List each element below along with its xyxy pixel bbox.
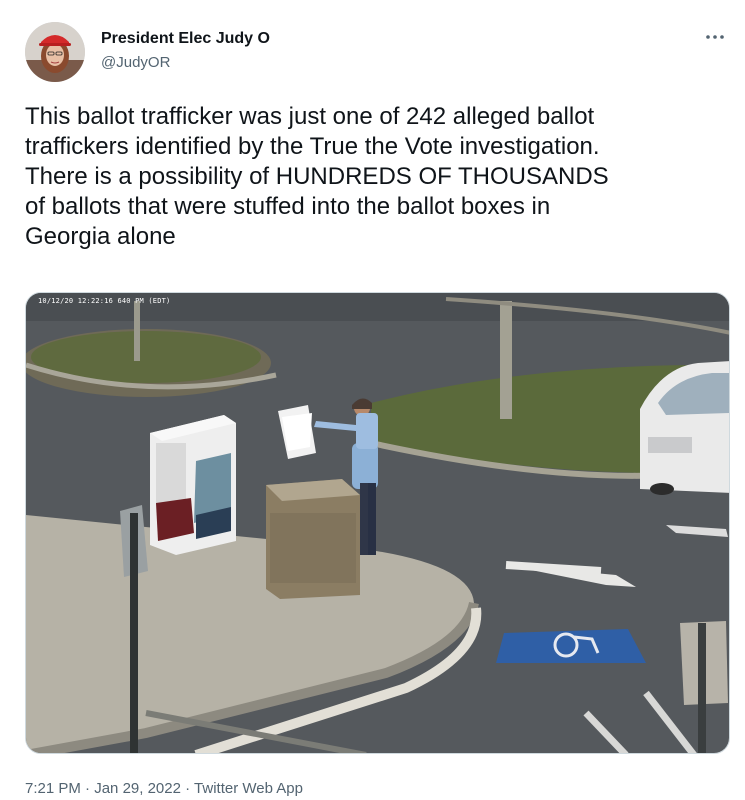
tweet-meta: 7:21 PM · Jan 29, 2022 · Twitter Web App [25,780,303,797]
cctv-timestamp: 10/12/20 12:22:16 640 PM (EDT) [38,297,171,305]
tweet-text-line: of ballots that were stuffed into the ba… [25,193,551,220]
tweet-time[interactable]: 7:21 PM [25,780,81,797]
tweet-text-line: This ballot trafficker was just one of 2… [25,103,595,130]
surveillance-photo [26,293,729,753]
author-handle[interactable]: @JudyOR [101,54,170,71]
tweet-source[interactable]: Twitter Web App [194,780,303,797]
meta-separator: · [80,780,95,797]
tweet-date[interactable]: Jan 29, 2022 [94,780,181,797]
tweet-text-line: traffickers identified by the True the V… [25,133,600,160]
tweet-text-line: Georgia alone [25,223,176,250]
author-name[interactable]: President Elec Judy O [101,30,270,48]
tweet-text-line: There is a possibility of HUNDREDS OF TH… [25,163,609,190]
avatar[interactable] [25,22,85,82]
avatar-image [25,22,85,82]
tweet-text: This ballot trafficker was just one of 2… [25,102,725,252]
meta-separator: · [180,780,195,797]
tweet-media-image[interactable]: 10/12/20 12:22:16 640 PM (EDT) [25,292,730,754]
tweet: President Elec Judy O @JudyOR This ballo… [0,0,745,800]
more-horizontal-icon [706,35,724,39]
more-options-button[interactable] [701,26,729,48]
